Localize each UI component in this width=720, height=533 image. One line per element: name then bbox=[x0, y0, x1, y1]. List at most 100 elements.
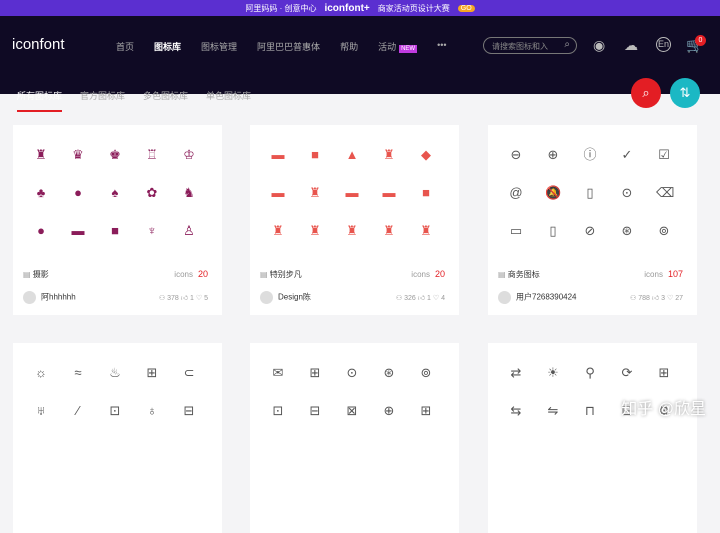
library-icon[interactable]: ▯ bbox=[582, 185, 598, 201]
library-icon[interactable]: ♣ bbox=[33, 185, 49, 201]
library-icon[interactable]: ■ bbox=[307, 147, 323, 163]
search-fab[interactable]: ⌕ bbox=[631, 78, 661, 108]
library-icon[interactable]: ⊙ bbox=[619, 185, 635, 201]
library-icon[interactable]: ♆ bbox=[144, 223, 160, 239]
library-icon[interactable]: ⊖ bbox=[508, 147, 524, 163]
library-icon[interactable]: ⊛ bbox=[381, 365, 397, 381]
logo[interactable]: iconfont bbox=[12, 36, 65, 53]
library-name[interactable]: 特别步凡 bbox=[270, 270, 302, 279]
library-icon[interactable]: ▬ bbox=[344, 185, 360, 201]
tab-official[interactable]: 官方图标库 bbox=[80, 89, 125, 112]
library-icon[interactable]: ⊠ bbox=[344, 403, 360, 419]
library-icon[interactable]: ♜ bbox=[381, 147, 397, 163]
library-icon[interactable]: ✉ bbox=[270, 365, 286, 381]
library-icon[interactable]: ⁄ bbox=[70, 403, 86, 419]
library-icon[interactable]: ⊞ bbox=[307, 365, 323, 381]
promo-banner[interactable]: 阿里妈妈 · 创意中心 iconfont+ 商家活动页设计大赛 GO bbox=[0, 0, 720, 16]
library-icon[interactable]: ⊕ bbox=[381, 403, 397, 419]
menu-icon-library[interactable]: 图标库 bbox=[154, 40, 181, 53]
menu-font[interactable]: 阿里巴巴普惠体 bbox=[257, 40, 320, 53]
library-icon[interactable]: ⊞ bbox=[656, 365, 672, 381]
library-icon[interactable]: ⊚ bbox=[418, 365, 434, 381]
like-icon[interactable]: 👍︎ bbox=[181, 295, 190, 302]
icon-library-card[interactable]: ✉ ⊞ ⊙ ⊛ ⊚ ⊡ ⊟ ⊠ ⊕ ⊞ bbox=[250, 343, 459, 533]
library-name[interactable]: 摄影 bbox=[33, 270, 49, 279]
library-name[interactable]: 商务图标 bbox=[508, 270, 540, 279]
library-icon[interactable]: ♨ bbox=[107, 365, 123, 381]
library-icon[interactable]: ▬ bbox=[70, 223, 86, 239]
library-icon[interactable]: ⊞ bbox=[418, 403, 434, 419]
library-icon[interactable]: ✿ bbox=[144, 185, 160, 201]
icon-library-card[interactable]: ☼ ≈ ♨ ⊞ ⊂ ♅ ⁄ ⊡ ♁ ⊟ bbox=[13, 343, 222, 533]
icon-library-card[interactable]: ♜ ♛ ♚ ♖ ♔ ♣ ● ♠ ✿ ♞ ● ▬ ■ ♆ ♙ ▤ 摄影 icons 20 阿hhhhhh ⚇ 378… bbox=[13, 125, 222, 315]
sort-fab[interactable]: ⇅ bbox=[670, 78, 700, 108]
library-icon[interactable]: ♞ bbox=[181, 185, 197, 201]
library-icon[interactable]: ⊚ bbox=[656, 223, 672, 239]
library-icon[interactable]: ♜ bbox=[270, 223, 286, 239]
library-icon[interactable]: ♜ bbox=[418, 223, 434, 239]
library-icon[interactable]: ▭ bbox=[508, 223, 524, 239]
library-icon[interactable]: ⚲ bbox=[582, 365, 598, 381]
library-icon[interactable]: ⊕ bbox=[545, 147, 561, 163]
avatar-icon[interactable]: ◉ bbox=[593, 37, 605, 54]
library-icon[interactable]: ♜ bbox=[381, 223, 397, 239]
language-button[interactable]: En bbox=[656, 37, 671, 52]
author-name[interactable]: Design陈 bbox=[278, 293, 311, 302]
tab-multicolor[interactable]: 多色图标库 bbox=[143, 89, 188, 112]
menu-activity[interactable]: 活动 NEW bbox=[378, 40, 418, 53]
menu-icon-manage[interactable]: 图标管理 bbox=[201, 40, 237, 53]
tab-monochrome[interactable]: 单色图标库 bbox=[206, 89, 251, 112]
library-icon[interactable]: ⊓ bbox=[582, 403, 598, 419]
library-icon[interactable]: ▲ bbox=[344, 147, 360, 163]
library-icon[interactable]: ● bbox=[33, 223, 49, 239]
library-icon[interactable]: ⓘ bbox=[582, 147, 598, 163]
library-icon[interactable]: ⊙ bbox=[344, 365, 360, 381]
search-input[interactable]: 请搜索图标和入 ⌕ bbox=[483, 37, 577, 54]
menu-home[interactable]: 首页 bbox=[116, 40, 134, 53]
library-icon[interactable]: ♙ bbox=[181, 223, 197, 239]
library-icon[interactable]: ● bbox=[70, 185, 86, 201]
library-icon[interactable]: ⟳ bbox=[619, 365, 635, 381]
library-icon[interactable]: ■ bbox=[107, 223, 123, 239]
heart-icon[interactable]: ♡ bbox=[196, 295, 204, 302]
library-icon[interactable]: ☑ bbox=[656, 147, 672, 163]
library-icon[interactable]: ⊡ bbox=[270, 403, 286, 419]
author-name[interactable]: 用户7268390424 bbox=[516, 293, 577, 302]
library-icon[interactable]: ♚ bbox=[107, 147, 123, 163]
icon-library-card[interactable]: ⇄ ☀ ⚲ ⟳ ⊞ ⇆ ⇋ ⊓ ⊟ ⚙ bbox=[488, 343, 697, 533]
library-icon[interactable]: ☀ bbox=[545, 365, 561, 381]
like-icon[interactable]: 👍︎ bbox=[418, 295, 427, 302]
library-icon[interactable]: ⊟ bbox=[181, 403, 197, 419]
library-icon[interactable]: ♜ bbox=[33, 147, 49, 163]
library-icon[interactable]: ⊘ bbox=[582, 223, 598, 239]
tab-all[interactable]: 所有图标库 bbox=[17, 89, 63, 112]
library-icon[interactable]: ♛ bbox=[70, 147, 86, 163]
library-icon[interactable]: ▬ bbox=[381, 185, 397, 201]
library-icon[interactable]: ⌫ bbox=[656, 185, 674, 201]
library-icon[interactable]: ♜ bbox=[344, 223, 360, 239]
library-icon[interactable]: ▬ bbox=[270, 185, 286, 201]
library-icon[interactable]: ♔ bbox=[181, 147, 197, 163]
library-icon[interactable]: 🔕 bbox=[545, 185, 561, 201]
library-icon[interactable]: ♖ bbox=[144, 147, 160, 163]
library-icon[interactable]: ⊟ bbox=[307, 403, 323, 419]
library-icon[interactable]: ⊂ bbox=[181, 365, 197, 381]
library-icon[interactable]: ⇄ bbox=[508, 365, 524, 381]
library-icon[interactable]: ▯ bbox=[545, 223, 561, 239]
library-icon[interactable]: ⊛ bbox=[619, 223, 635, 239]
library-icon[interactable]: ⇋ bbox=[545, 403, 561, 419]
library-icon[interactable]: ◆ bbox=[418, 147, 434, 163]
library-icon[interactable]: ≈ bbox=[70, 365, 86, 381]
upload-cloud-icon[interactable]: ☁ bbox=[624, 37, 638, 54]
library-icon[interactable]: ✓ bbox=[619, 147, 635, 163]
library-icon[interactable]: ⊡ bbox=[107, 403, 123, 419]
library-icon[interactable]: ♜ bbox=[307, 223, 323, 239]
library-icon[interactable]: ■ bbox=[418, 185, 434, 201]
like-icon[interactable]: 👍︎ bbox=[652, 295, 661, 302]
author-name[interactable]: 阿hhhhhh bbox=[41, 293, 76, 302]
menu-help[interactable]: 帮助 bbox=[340, 40, 358, 53]
library-icon[interactable]: @ bbox=[508, 185, 524, 201]
icon-library-card[interactable]: ⊖ ⊕ ⓘ ✓ ☑ @ 🔕 ▯ ⊙ ⌫ ▭ ▯ ⊘ ⊛ ⊚ ▤ 商务图标 icons 107 用户72683904… bbox=[488, 125, 697, 315]
library-icon[interactable]: ☼ bbox=[33, 365, 49, 381]
heart-icon[interactable]: ♡ bbox=[667, 295, 675, 302]
